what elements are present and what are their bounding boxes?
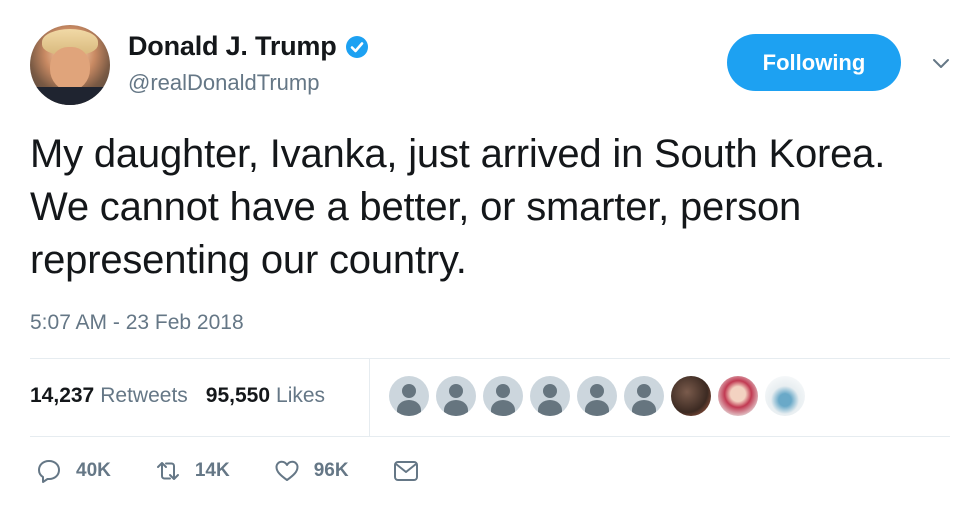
avatar-suit [30,87,110,105]
likes-count: 95,550 [205,384,271,407]
retweet-icon [156,462,179,480]
reply-button[interactable]: 40K [36,458,111,484]
like-button[interactable]: 96K [274,458,349,484]
tweet-stats: 14,237 Retweets 95,550 Likes [30,384,343,408]
liker-avatar[interactable] [718,376,758,416]
likes-stat[interactable]: 95,550 Likes [206,384,325,408]
following-button[interactable]: Following [727,34,901,91]
divider-top [30,358,950,359]
reply-count: 40K [76,460,111,481]
heart-icon [275,460,299,481]
envelope-icon [393,461,418,481]
liker-avatar[interactable] [624,376,664,416]
stats-divider [369,358,370,436]
tweet-actions: 40K 14K 96K [36,458,463,484]
retweets-count: 14,237 [30,384,95,407]
user-handle[interactable]: @realDonaldTrump [128,70,319,96]
tweet-timestamp[interactable]: 5:07 AM - 23 Feb 2018 [30,311,244,335]
liker-avatar[interactable] [765,376,805,416]
liker-avatar[interactable] [577,376,617,416]
retweet-count: 14K [194,460,230,481]
name-row: Donald J. Trump [128,31,369,62]
retweets-label: Retweets [100,384,188,407]
divider-bottom [30,436,950,437]
liker-avatar[interactable] [436,376,476,416]
avatar-face [50,47,90,91]
liker-avatars [389,376,812,416]
retweets-stat[interactable]: 14,237 Retweets [30,384,188,408]
liker-avatar[interactable] [483,376,523,416]
tweet-text: My daughter, Ivanka, just arrived in Sou… [30,132,886,282]
liker-avatar[interactable] [671,376,711,416]
user-avatar[interactable] [30,25,110,105]
display-name[interactable]: Donald J. Trump [128,31,337,62]
retweet-button[interactable]: 14K [155,458,230,484]
like-count: 96K [313,460,349,481]
reply-icon [38,460,60,483]
liker-avatar[interactable] [389,376,429,416]
direct-message-button[interactable] [393,459,419,483]
verified-badge-icon [345,35,368,58]
chevron-down-icon[interactable] [930,52,952,74]
tweet-card: Donald J. Trump @realDonaldTrump Followi… [0,0,980,508]
likes-label: Likes [276,384,326,407]
liker-avatar[interactable] [530,376,570,416]
